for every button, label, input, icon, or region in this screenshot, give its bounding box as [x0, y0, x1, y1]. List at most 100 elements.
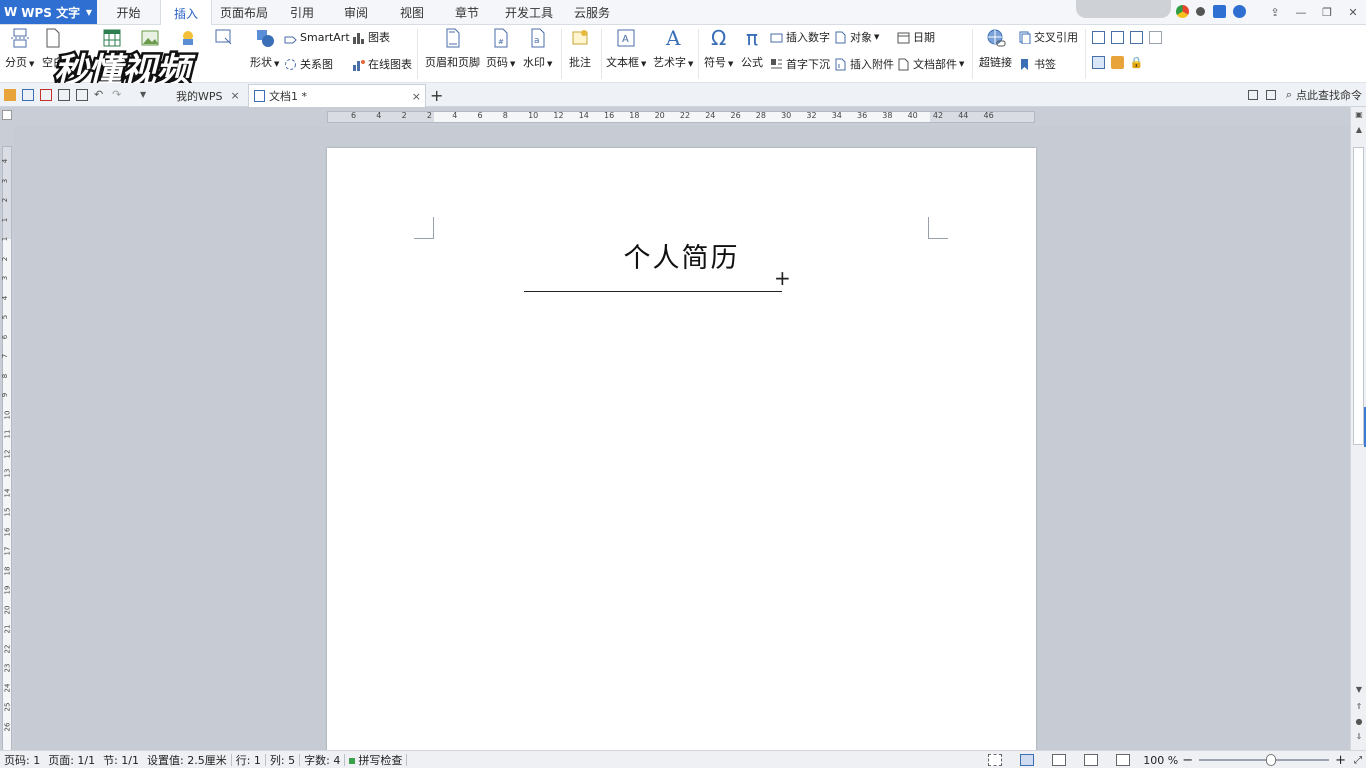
tab-3[interactable]: 引用 [276, 0, 328, 25]
user-area[interactable] [1076, 0, 1171, 18]
tab-my-wps[interactable]: 我的WPS × [158, 84, 248, 107]
upload-icon[interactable]: ⇪ [1262, 6, 1288, 19]
online-chart-button[interactable]: 在线图表 [352, 55, 412, 73]
browser-icon[interactable] [1176, 5, 1189, 18]
scrollbar-thumb[interactable] [1353, 147, 1364, 445]
page-number-button[interactable]: # 页码 ▼ [486, 25, 515, 70]
customize-dropdown-icon[interactable]: ▼ [140, 89, 152, 101]
app-menu-button[interactable]: W WPS 文字 ▼ [0, 0, 97, 24]
open-icon[interactable] [4, 89, 16, 101]
formula-button[interactable]: π 公式 [741, 25, 763, 70]
minimize-button[interactable]: — [1288, 6, 1314, 19]
checkbox-icon[interactable] [1111, 30, 1124, 44]
app-name: WPS 文字 [21, 5, 81, 20]
close-icon[interactable]: × [412, 90, 421, 103]
save-icon[interactable] [22, 89, 34, 101]
page-view-icon[interactable] [1020, 754, 1035, 766]
ruler-label: 10 [528, 111, 539, 120]
tab-document-1[interactable]: 文档1 * × [248, 84, 426, 107]
new-tab-button[interactable]: + [430, 84, 443, 107]
eraser-icon[interactable] [1111, 55, 1124, 69]
document-page[interactable]: 个人简历 + [327, 148, 1036, 750]
scroll-down-icon[interactable]: ▼ [1354, 685, 1364, 695]
shield-icon[interactable] [1247, 90, 1258, 100]
status-col: 列: 5 [269, 753, 296, 767]
watermark-button[interactable]: a 水印 ▼ [523, 25, 552, 70]
wordart-button[interactable]: A 艺术字 ▼ [653, 25, 693, 70]
fit-window-icon[interactable]: ⤢ [1354, 755, 1362, 766]
fullscreen-view-icon[interactable] [988, 754, 1003, 766]
skin-icon[interactable] [1213, 5, 1226, 18]
close-button[interactable]: ✕ [1340, 6, 1366, 19]
chart-button[interactable]: 图表 [352, 28, 390, 46]
cross-ref-button[interactable]: 交叉引用 [1018, 28, 1078, 46]
status-word-count[interactable]: 字数: 4 [300, 752, 344, 768]
tab-2[interactable]: 页面布局 [212, 0, 276, 25]
object-button[interactable]: 对象 ▼ [834, 28, 879, 46]
smartart-button[interactable]: SmartArt [284, 28, 350, 46]
tab-7[interactable]: 开发工具 [494, 0, 564, 25]
scroll-up-icon[interactable]: ▲ [1354, 125, 1364, 135]
spell-check-button[interactable]: 拼写检查 [345, 752, 406, 768]
export-pdf-icon[interactable] [40, 89, 52, 101]
gear-icon[interactable] [1196, 7, 1205, 16]
document-title[interactable]: 个人简历 [327, 236, 1036, 275]
zoom-slider[interactable] [1199, 754, 1330, 766]
outline-view-icon[interactable] [1052, 754, 1067, 766]
page-number-icon: # [491, 28, 511, 48]
textbox-button[interactable]: A 文本框 ▼ [606, 25, 646, 70]
doc-parts-button[interactable]: 文档部件 ▼ [897, 55, 964, 73]
tab-5[interactable]: 视图 [384, 0, 440, 25]
drop-cap-button[interactable]: 首字下沉 [770, 55, 830, 73]
tab-8[interactable]: 云服务 [564, 0, 620, 25]
tab-0[interactable]: 开始 [97, 0, 160, 25]
close-icon[interactable]: × [231, 89, 240, 102]
undo-icon[interactable]: ↶ [94, 89, 106, 101]
zoom-in-button[interactable]: + [1335, 753, 1346, 768]
page-break-button[interactable]: 分页 ▼ [5, 25, 34, 70]
attachment-button[interactable]: 插入附件 [834, 55, 894, 73]
web-view-icon[interactable] [1084, 754, 1099, 766]
bookmark-button[interactable]: 书签 [1018, 55, 1056, 73]
header-footer-button[interactable]: 页眉和页脚 [425, 25, 480, 70]
vertical-ruler[interactable]: 4 3 2 1 1 2 3 4 5 6 7 8 9 10 11 12 13 14 15 16 17 18 19 20 21 22 2… [1, 146, 12, 751]
scroll-settings-icon[interactable]: ▣ [1354, 110, 1364, 120]
message-icon[interactable] [1265, 90, 1276, 100]
tab-1[interactable]: 插入 [160, 0, 212, 26]
redo-icon[interactable]: ↷ [112, 89, 124, 101]
command-search[interactable]: ⌕ 点此查找命令 [1247, 87, 1362, 103]
field-icon[interactable] [1092, 30, 1105, 44]
comment-button[interactable]: 批注 [569, 25, 591, 70]
object-icon [834, 31, 847, 44]
vertical-scrollbar[interactable]: ▣ ▲ ▼ ⇑ ● ⇓ [1350, 107, 1366, 750]
help-icon[interactable] [1233, 5, 1246, 18]
form-icon[interactable] [1149, 30, 1162, 44]
reading-view-icon[interactable] [1116, 754, 1131, 766]
lock-icon[interactable]: 🔒 [1130, 56, 1144, 69]
tab-4[interactable]: 审阅 [328, 0, 384, 25]
tab-stop-selector[interactable] [2, 110, 12, 120]
print-preview-icon[interactable] [76, 89, 88, 101]
hyperlink-button[interactable]: 超链接 [979, 25, 1012, 70]
vruler-label: 10 [3, 410, 12, 419]
prev-page-icon[interactable]: ⇑ [1354, 702, 1364, 712]
insert-number-button[interactable]: 插入数字 [770, 28, 830, 46]
relation-chart-button[interactable]: 关系图 [284, 55, 333, 73]
ruler-label: 42 [932, 111, 944, 120]
zoom-level[interactable]: 100 % [1139, 754, 1182, 767]
print-icon[interactable] [58, 89, 70, 101]
symbol-button[interactable]: Ω 符号 ▼ [704, 25, 733, 70]
restore-button[interactable]: ❐ [1314, 6, 1340, 19]
ruler-label: 26 [730, 111, 741, 120]
next-page-icon[interactable]: ⇓ [1354, 732, 1364, 742]
comment-icon [570, 28, 590, 48]
design-mode-icon[interactable] [1092, 55, 1105, 69]
zoom-out-button[interactable]: − [1182, 753, 1193, 768]
zoom-slider-thumb[interactable] [1265, 754, 1276, 766]
select-browse-icon[interactable]: ● [1354, 717, 1364, 727]
window-icon[interactable] [1130, 30, 1143, 44]
title-underline [524, 291, 782, 292]
tab-6[interactable]: 章节 [440, 0, 494, 25]
date-button[interactable]: 日期 [897, 28, 935, 46]
horizontal-ruler[interactable]: 6 4 2 2 4 6 8 10 12 14 16 18 20 22 24 26 28 30 32 34 36 38 40 4… [327, 111, 1035, 123]
